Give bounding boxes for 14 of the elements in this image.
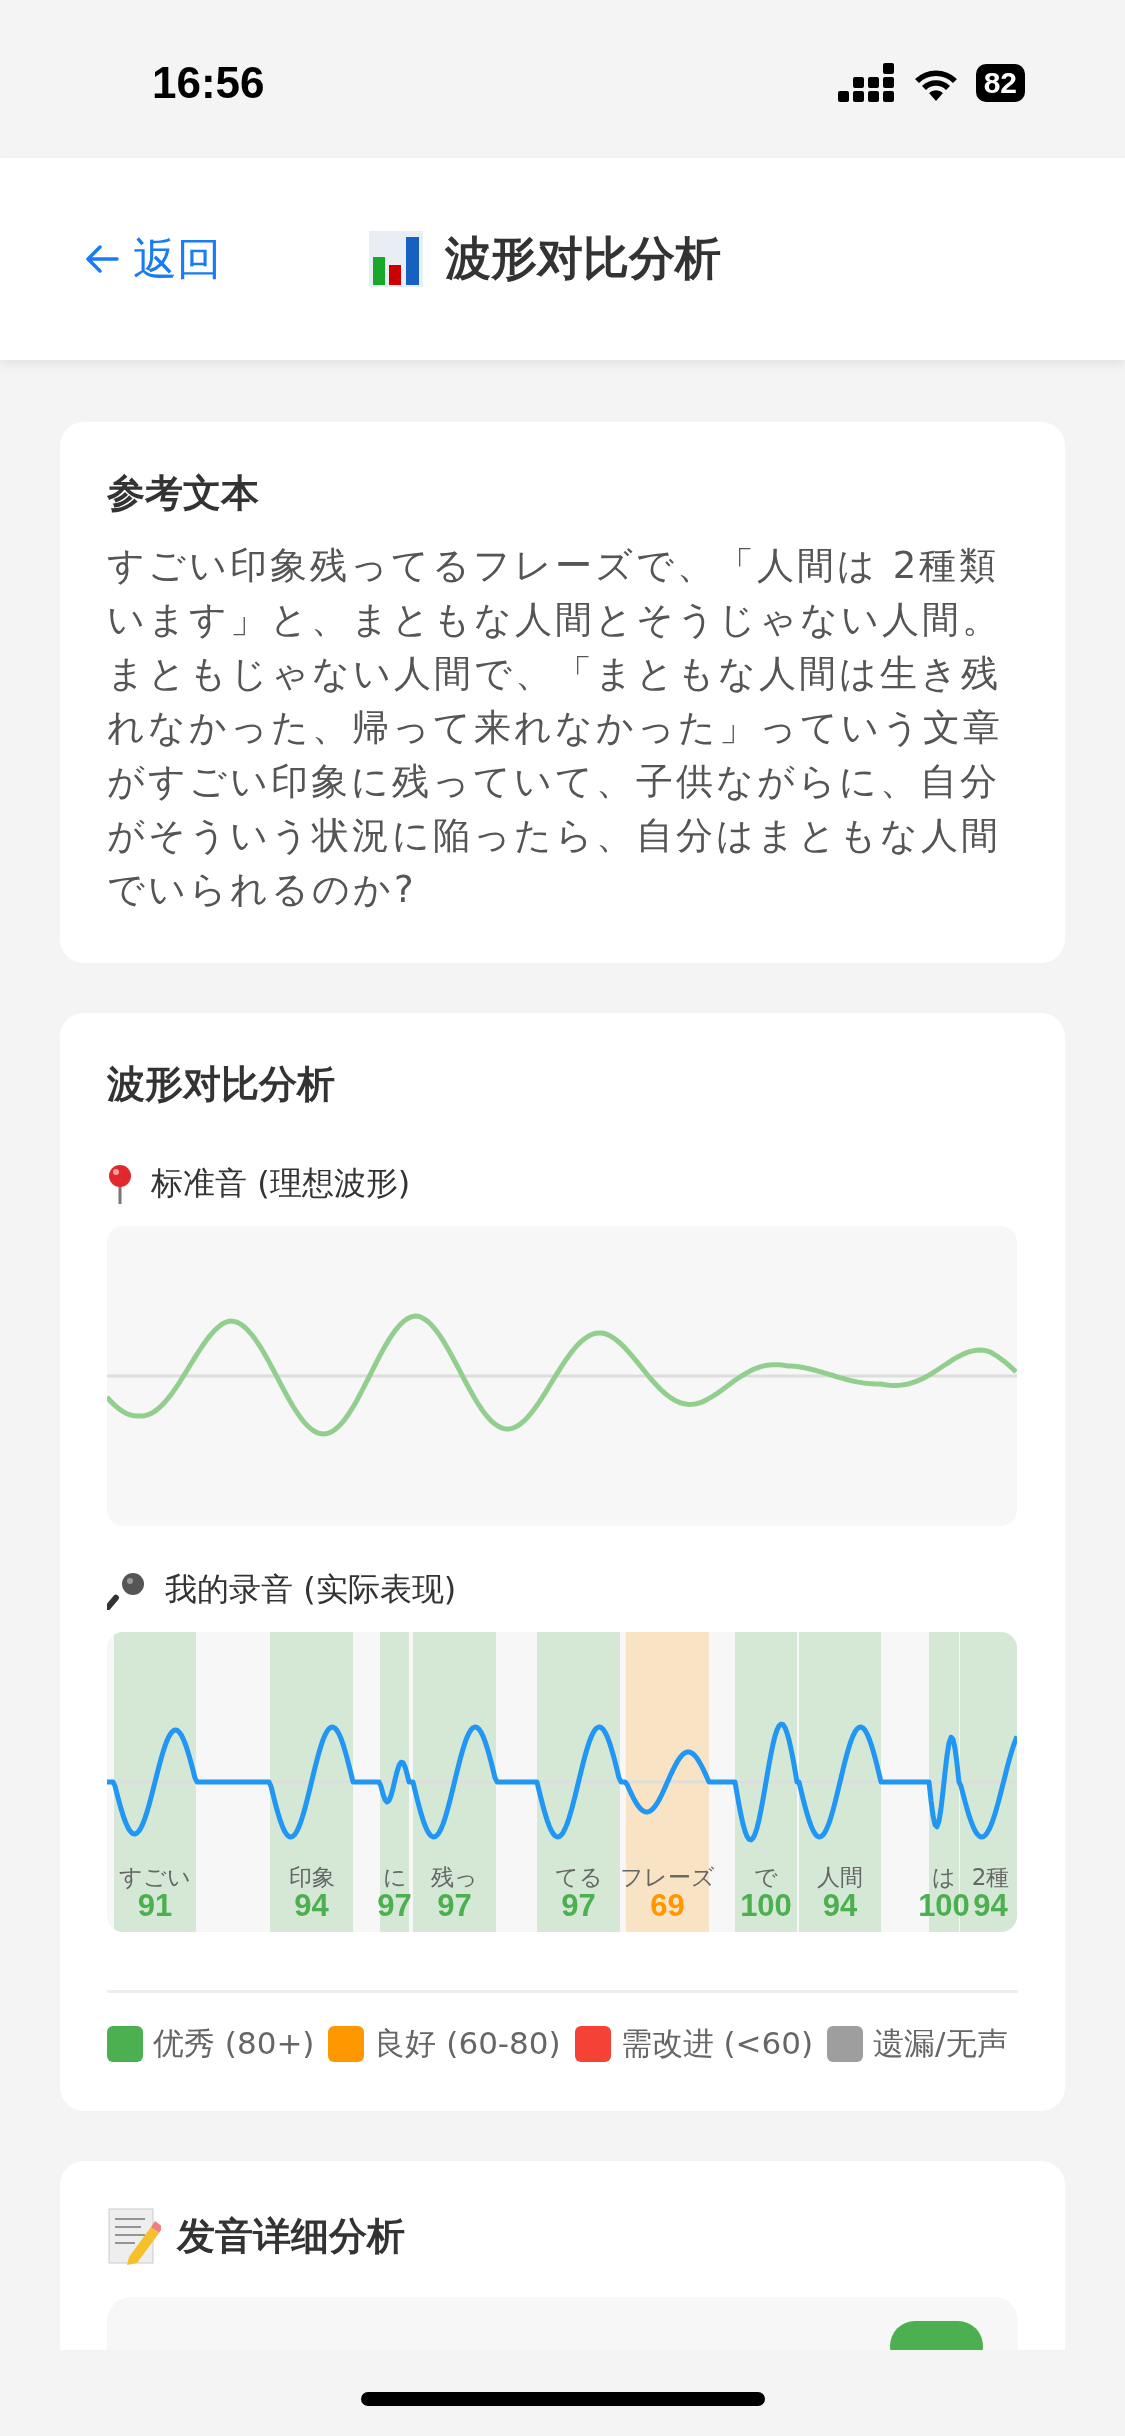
battery-indicator: 82 xyxy=(975,64,1025,102)
legend-label: 良好 (60-80) xyxy=(374,2024,561,2063)
legend-label: 遗漏/无声 xyxy=(873,2024,1008,2063)
page-title: 波形对比分析 xyxy=(445,230,721,287)
reference-text: すごい印象残ってるフレーズで、「人間は 2種類います」と、まともな人間とそうじゃない人間。まともじゃない人間で、「まともな人間は生き残れなかった、帰って来れなかった」っていう文章がすごい印象に残っていて、子供ながらに、自分がそういう状況に陥ったら、自分はまともな人間でいられるのか? xyxy=(107,543,1004,913)
waveform-label: 标准音 (理想波形) xyxy=(151,1163,411,1204)
legend-label: 优秀 (80+) xyxy=(153,2024,315,2063)
card-title: 参考文本 xyxy=(107,470,260,517)
back-button[interactable]: 返回 xyxy=(85,229,221,289)
status-time: 16:56 xyxy=(152,58,265,108)
waveform-label: 我的录音 (实际表现) xyxy=(165,1569,457,1610)
legend-label: 需改进 (<60) xyxy=(620,2024,814,2063)
card-title: 发音详细分析 xyxy=(177,2212,405,2260)
card-title: 波形对比分析 xyxy=(107,1061,336,1108)
